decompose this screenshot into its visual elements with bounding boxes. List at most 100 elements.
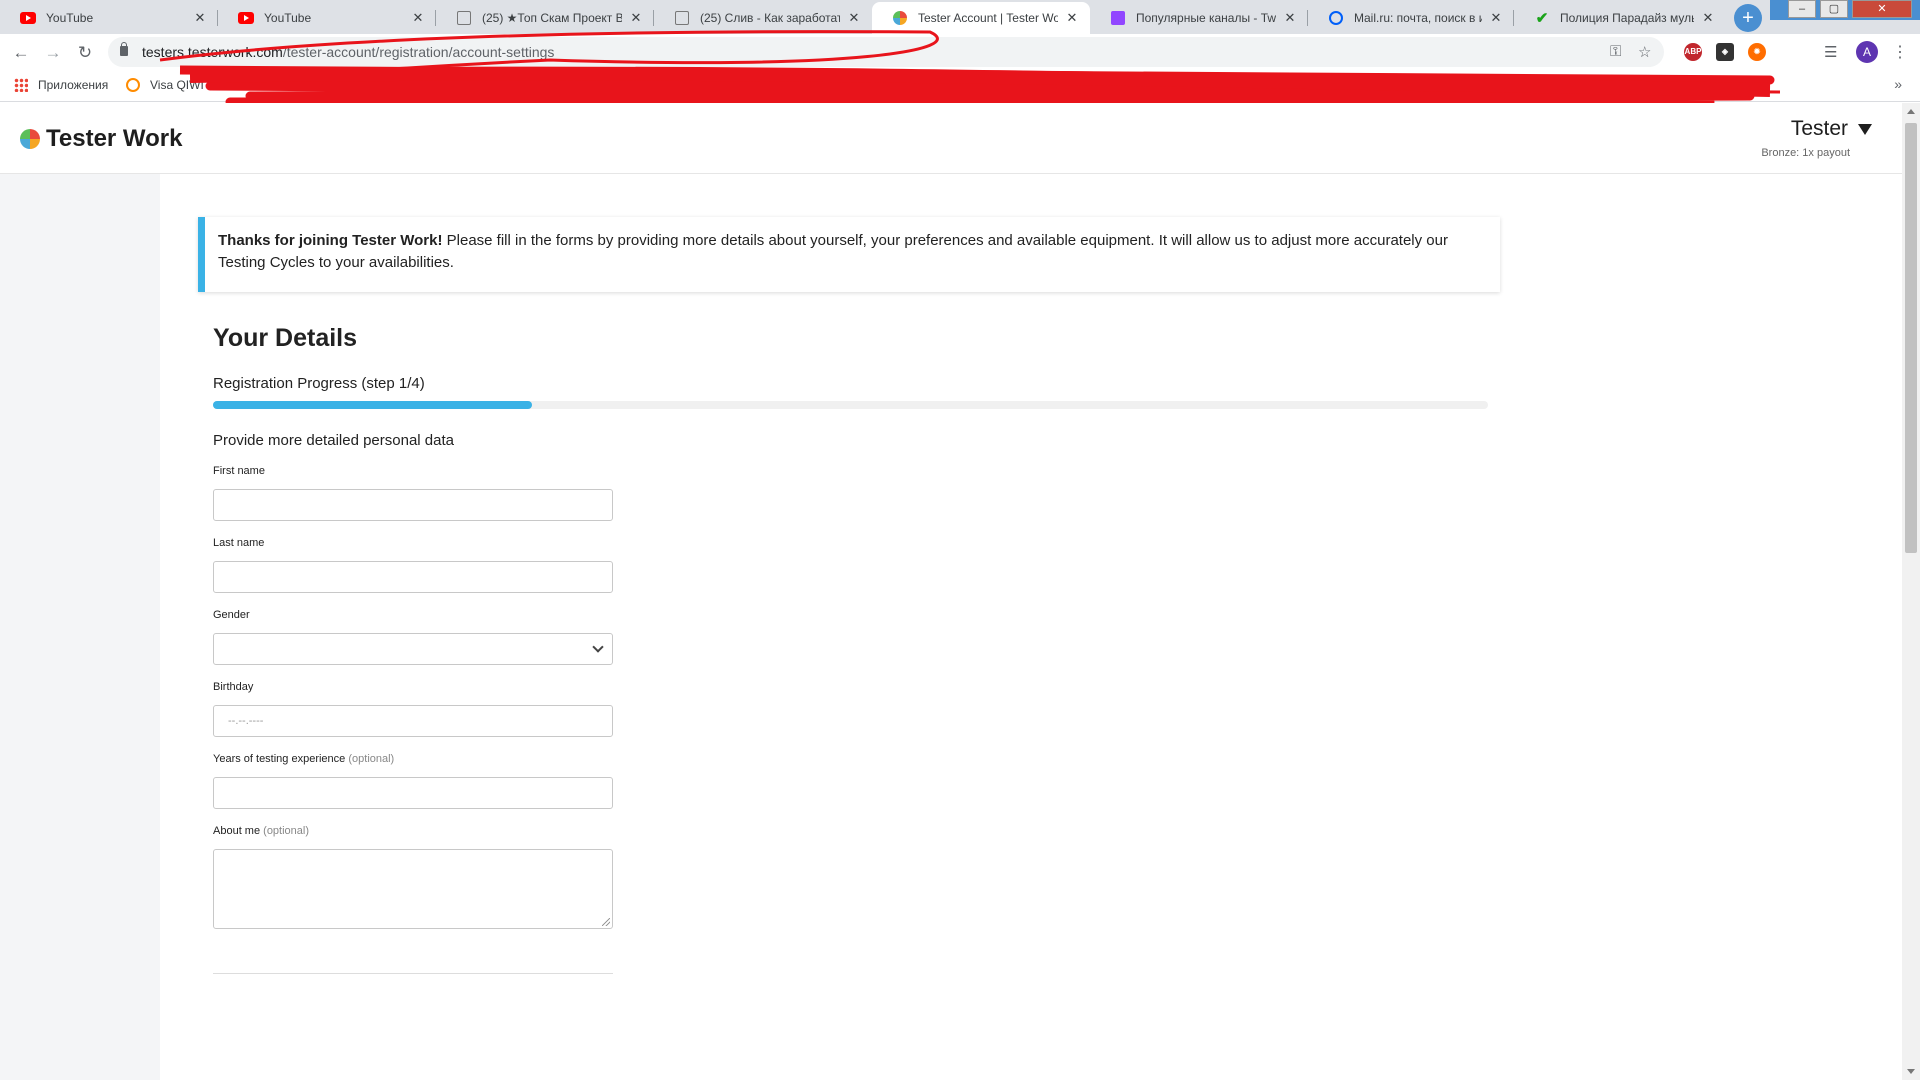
about-me-textarea[interactable] bbox=[213, 849, 613, 929]
progress-fill bbox=[213, 401, 532, 409]
youtube-icon bbox=[238, 10, 254, 26]
page-body: Thanks for joining Tester Work! Please f… bbox=[0, 174, 1902, 1080]
browser-tab[interactable]: YouTube ✕ bbox=[218, 2, 436, 34]
bookmark-label: Приложения bbox=[38, 78, 109, 92]
tab-title: Популярные каналы - Twitch bbox=[1136, 11, 1276, 25]
form-title: Your Details bbox=[213, 324, 358, 352]
close-tab-icon[interactable]: ✕ bbox=[1282, 10, 1298, 26]
twitch-icon bbox=[1110, 10, 1126, 26]
extension-icon[interactable]: ◈ bbox=[1716, 43, 1734, 61]
tab-title: YouTube bbox=[46, 11, 94, 25]
browser-tab[interactable]: (25) Слив - Как заработать... ✕ bbox=[654, 2, 872, 34]
gender-label: Gender bbox=[213, 609, 250, 621]
reload-icon[interactable]: ↻ bbox=[74, 42, 96, 64]
experience-input[interactable] bbox=[213, 777, 613, 809]
welcome-notice: Thanks for joining Tester Work! Please f… bbox=[198, 217, 1500, 292]
url-text[interactable]: testers.testerwork.com/tester-account/re… bbox=[142, 44, 554, 60]
more-bookmarks-icon[interactable]: » bbox=[1894, 76, 1902, 92]
browser-tab-strip: YouTube ✕ YouTube ✕ (25) ★Топ Скам Проек… bbox=[0, 0, 1920, 34]
last-name-label: Last name bbox=[213, 537, 265, 549]
bookmark-qiwi[interactable]: Visa QIWI Wallet bbox=[126, 78, 240, 92]
browser-tab-active[interactable]: Tester Account | Tester Work ✕ bbox=[872, 2, 1090, 34]
field-last-name: Last name bbox=[213, 537, 1488, 593]
progress-label: Registration Progress (step 1/4) bbox=[213, 375, 425, 392]
tab-page-icon bbox=[456, 10, 472, 26]
close-tab-icon[interactable]: ✕ bbox=[1488, 10, 1504, 26]
last-name-input[interactable] bbox=[213, 561, 613, 593]
key-icon[interactable]: ⚿ bbox=[1610, 43, 1621, 60]
reading-list-icon[interactable]: ☰ bbox=[1824, 43, 1837, 61]
browser-tab[interactable]: (25) ★Топ Скам Проект Во... ✕ bbox=[436, 2, 654, 34]
scroll-up-icon[interactable] bbox=[1907, 109, 1915, 114]
browser-tab[interactable]: Популярные каналы - Twitch ✕ bbox=[1090, 2, 1308, 34]
field-experience: Years of testing experience (optional) bbox=[213, 753, 1488, 809]
lock-icon bbox=[120, 42, 128, 56]
tab-title: (25) ★Топ Скам Проект Во... bbox=[482, 11, 622, 25]
notice-bold: Thanks for joining Tester Work! bbox=[218, 232, 443, 249]
about-me-label: About me (optional) bbox=[213, 825, 310, 837]
new-tab-button[interactable]: + bbox=[1734, 4, 1762, 32]
close-window-icon[interactable]: ✕ bbox=[1852, 0, 1912, 18]
maximize-icon[interactable]: ▢ bbox=[1820, 0, 1848, 18]
main-content: Thanks for joining Tester Work! Please f… bbox=[160, 174, 1902, 1080]
mail-icon bbox=[1328, 10, 1344, 26]
user-tier: Bronze: 1x payout bbox=[1761, 147, 1850, 159]
site-header: Tester Work Tester Bronze: 1x payout bbox=[0, 103, 1902, 174]
progress-bar bbox=[213, 401, 1488, 409]
fire-extension-icon[interactable]: ✹ bbox=[1748, 43, 1766, 61]
profile-avatar[interactable]: A bbox=[1856, 41, 1878, 63]
first-name-input[interactable] bbox=[213, 489, 613, 521]
page-scrollbar[interactable] bbox=[1902, 103, 1920, 1080]
tab-title: Полиция Парадайз мульт... bbox=[1560, 11, 1694, 25]
form-divider bbox=[213, 973, 613, 974]
close-tab-icon[interactable]: ✕ bbox=[628, 10, 644, 26]
brand-logo[interactable]: Tester Work bbox=[20, 125, 183, 153]
scroll-down-icon[interactable] bbox=[1907, 1069, 1915, 1074]
browser-tab[interactable]: YouTube ✕ bbox=[0, 2, 218, 34]
tab-page-icon bbox=[674, 10, 690, 26]
qiwi-icon bbox=[126, 78, 140, 92]
field-about-me: About me (optional) bbox=[213, 825, 1488, 929]
tab-title: (25) Слив - Как заработать... bbox=[700, 11, 840, 25]
section-subtitle: Provide more detailed personal data bbox=[213, 432, 454, 449]
bookmarks-bar: Приложения Visa QIWI Wallet » bbox=[0, 70, 1920, 102]
browser-tab[interactable]: Mail.ru: почта, поиск в инте... ✕ bbox=[1308, 2, 1514, 34]
back-icon[interactable]: ← bbox=[10, 42, 32, 64]
user-name: Tester bbox=[1790, 117, 1848, 140]
close-tab-icon[interactable]: ✕ bbox=[410, 10, 426, 26]
adblock-icon[interactable]: ABP bbox=[1684, 43, 1702, 61]
field-first-name: First name bbox=[213, 465, 1488, 521]
browser-tab[interactable]: ✔ Полиция Парадайз мульт... ✕ bbox=[1514, 2, 1726, 34]
details-form: Your Details Registration Progress (step… bbox=[213, 324, 1488, 974]
scroll-thumb[interactable] bbox=[1905, 123, 1917, 553]
close-tab-icon[interactable]: ✕ bbox=[1700, 10, 1716, 26]
brand-name: Tester Work bbox=[46, 125, 183, 152]
user-menu[interactable]: Tester Bronze: 1x payout bbox=[1761, 117, 1872, 159]
tab-title: YouTube bbox=[264, 11, 312, 25]
browser-toolbar: ← → ↻ testers.testerwork.com/tester-acco… bbox=[0, 34, 1920, 70]
close-tab-icon[interactable]: ✕ bbox=[846, 10, 862, 26]
address-bar[interactable]: testers.testerwork.com/tester-account/re… bbox=[108, 37, 1664, 67]
bookmark-apps[interactable]: Приложения bbox=[14, 78, 108, 92]
close-tab-icon[interactable]: ✕ bbox=[1064, 10, 1080, 26]
tester-work-logo-icon bbox=[20, 129, 40, 149]
experience-label: Years of testing experience (optional) bbox=[213, 753, 395, 765]
birthday-input[interactable]: --.--.---- bbox=[213, 705, 613, 737]
tab-title: Mail.ru: почта, поиск в инте... bbox=[1354, 11, 1482, 25]
close-tab-icon[interactable]: ✕ bbox=[192, 10, 208, 26]
field-birthday: Birthday --.--.---- bbox=[213, 681, 1488, 737]
minimize-icon[interactable]: – bbox=[1788, 0, 1816, 18]
star-icon[interactable]: ☆ bbox=[1638, 43, 1651, 61]
forward-icon[interactable]: → bbox=[42, 42, 64, 64]
caret-down-icon bbox=[1858, 123, 1872, 135]
more-menu-icon[interactable]: ⋮ bbox=[1892, 42, 1908, 62]
bookmark-label: Visa QIWI Wallet bbox=[150, 78, 241, 92]
first-name-label: First name bbox=[213, 465, 265, 477]
birthday-label: Birthday bbox=[213, 681, 254, 693]
youtube-icon bbox=[20, 10, 36, 26]
gender-select[interactable] bbox=[213, 633, 613, 665]
chevron-down-icon bbox=[592, 641, 604, 653]
birthday-placeholder: --.--.---- bbox=[228, 715, 264, 727]
resize-handle-icon[interactable] bbox=[602, 918, 610, 926]
tester-work-icon bbox=[892, 10, 908, 26]
